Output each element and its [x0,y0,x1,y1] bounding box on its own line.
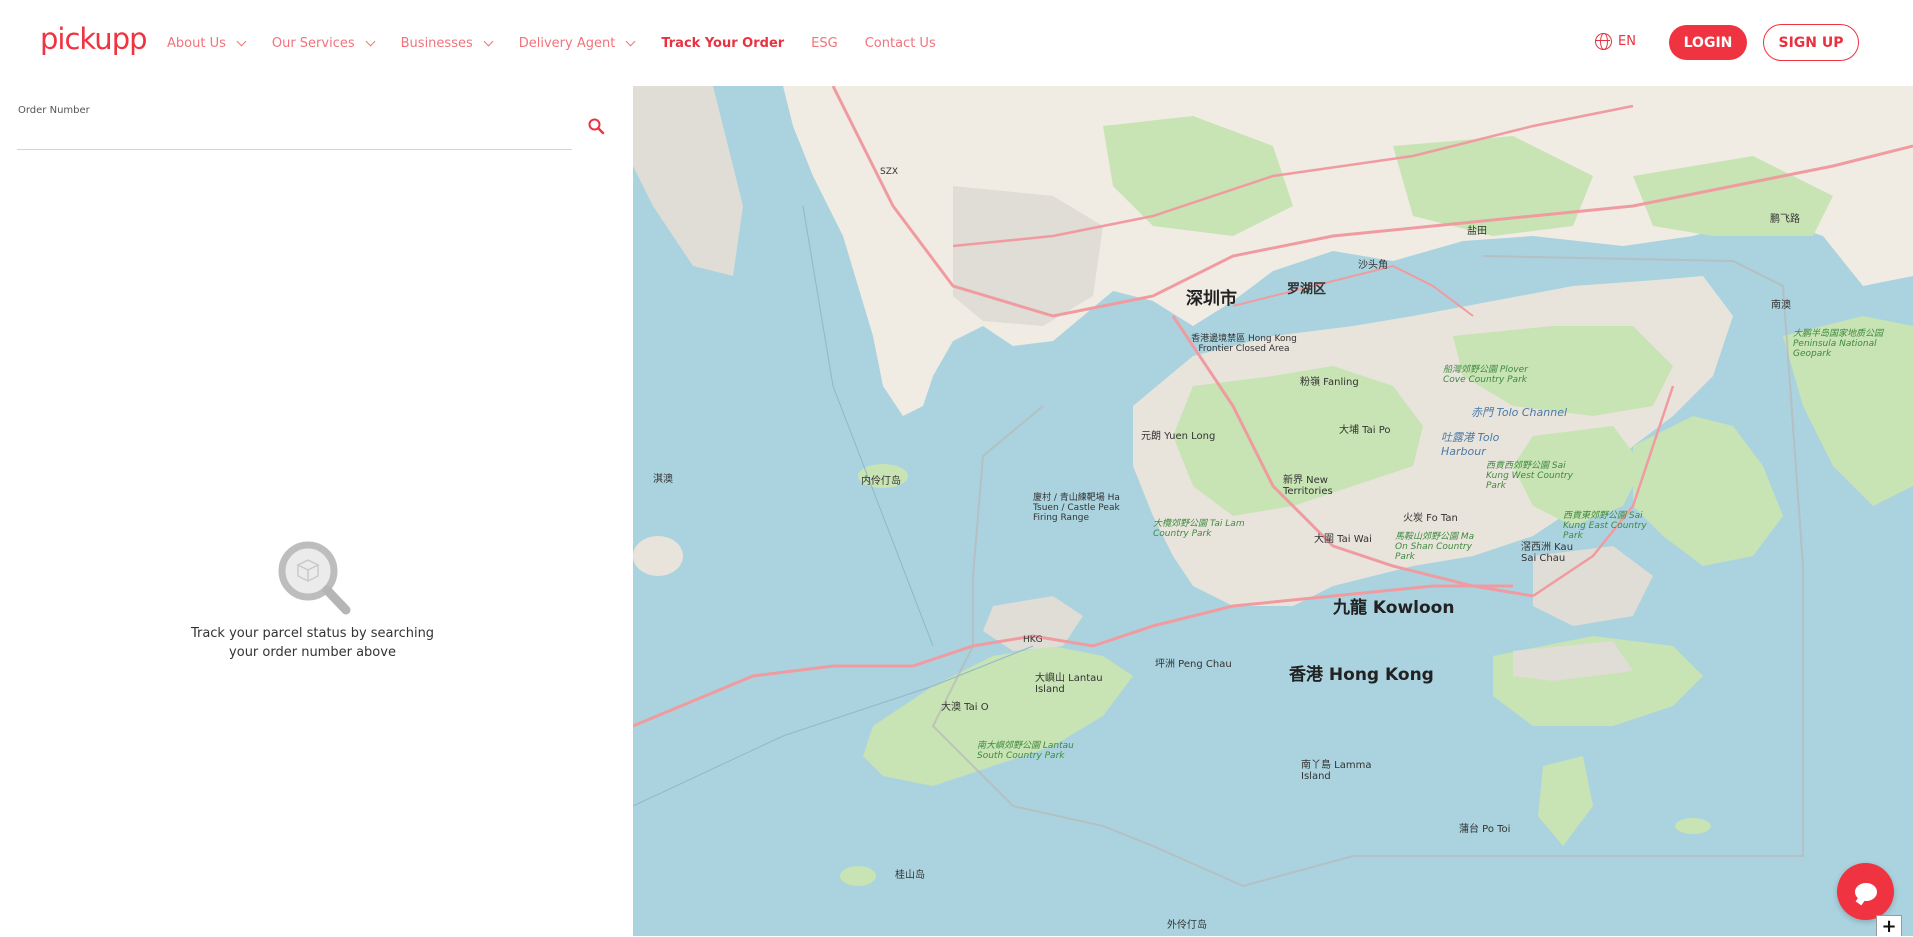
map-zoom-in-button[interactable]: + [1876,915,1902,937]
nav-our-services[interactable]: Our Services [271,35,376,51]
map-label-kau-sai-chau: 滘西洲 Kau Sai Chau [1521,542,1574,564]
map-label-wailingding: 外伶仃岛 [1167,920,1207,931]
map-canvas [633,86,1913,936]
chevron-down-icon [483,36,494,46]
signup-button[interactable]: SIGN UP [1763,24,1859,61]
site-header: pickupp About Us Our Services Businesses… [0,0,1913,86]
tracking-panel: Order Number Track your parcel status by… [0,86,633,936]
search-icon [588,118,605,135]
nav-contact-us-label: Contact Us [864,35,936,51]
chat-button[interactable] [1837,863,1894,920]
nav-about-us[interactable]: About Us [167,35,247,51]
nav-businesses[interactable]: Businesses [400,35,494,51]
parcel-search-icon [273,538,353,618]
map-label-tolo-channel: 赤門 Tolo Channel [1471,406,1568,419]
map-label-yuen-long: 元朗 Yuen Long [1141,431,1216,442]
login-button[interactable]: LOGIN [1669,25,1747,60]
empty-state: Track your parcel status by searching yo… [190,538,435,662]
order-number-input[interactable] [17,116,572,150]
order-number-label: Order Number [18,105,90,116]
nav-our-services-label: Our Services [271,35,355,51]
map-label-nan-ao: 南澳 [1771,300,1791,311]
nav-about-us-label: About Us [167,35,226,51]
nav-contact-us[interactable]: Contact Us [865,36,936,51]
pickupp-logo[interactable]: pickupp [40,22,148,56]
nav-businesses-label: Businesses [400,35,473,51]
chat-bubble-icon [1854,882,1877,901]
map-label-luohu: 罗湖区 [1287,282,1327,297]
nav-track-your-order[interactable]: Track Your Order [661,36,784,51]
nav-delivery-agent[interactable]: Delivery Agent [518,35,636,51]
search-button[interactable] [586,116,608,138]
map-label-ma-on-shan: 馬鞍山郊野公園 Ma On Shan Country Park [1395,532,1475,562]
map-label-frontier: 香港邊境禁區 Hong Kong Frontier Closed Area [1191,334,1297,354]
map-label-po-toi: 蒲台 Po Toi [1459,824,1511,835]
map-label-szx: SZX [880,167,899,177]
map-label-hongkong: 香港 Hong Kong [1289,665,1434,685]
map-label-peng-chau: 坪洲 Peng Chau [1155,659,1232,670]
map-label-castle-peak: 廈村 / 青山練靶場 Ha Tsuen / Castle Peak Firing… [1033,493,1120,523]
globe-icon [1595,33,1612,50]
chevron-down-icon [365,36,376,46]
map-label-yantian: 盐田 [1467,226,1487,237]
map-label-fanling: 粉嶺 Fanling [1300,377,1359,388]
chevron-down-icon [625,36,636,46]
map-label-tai-o: 大澳 Tai O [941,702,989,713]
map-label-tolo-harbour: 吐露港 Tolo Harbour [1441,431,1500,458]
map-label-tai-wai: 大圍 Tai Wai [1314,534,1372,545]
map-label-sai-kung-east: 西貢東郊野公園 Sai Kung East Country Park [1563,511,1647,541]
nav-track-your-order-label: Track Your Order [661,35,785,51]
map-label-lantau-south: 南大嶼郊野公園 Lantau South Country Park [977,741,1074,761]
map-label-plover-cove: 船灣郊野公園 Plover Cove Country Park [1443,365,1528,385]
map-label-shatoujiao: 沙头角 [1358,260,1388,271]
map-label-qiao: 淇澳 [653,474,673,485]
language-switcher[interactable]: EN [1595,33,1636,50]
map-label-tai-po: 大埔 Tai Po [1339,425,1391,436]
chevron-down-icon [236,36,247,46]
language-label: EN [1618,34,1636,49]
nav-delivery-agent-label: Delivery Agent [518,35,616,51]
map-label-sai-kung-west: 西貢西郊野公園 Sai Kung West Country Park [1486,461,1573,491]
map-label-shenzhen: 深圳市 [1186,289,1237,309]
empty-state-message: Track your parcel status by searching yo… [190,626,435,660]
map-label-hkg: HKG [1023,635,1043,645]
map-label-guishan: 桂山岛 [895,870,925,881]
main-nav: About Us Our Services Businesses Deliver… [167,0,963,86]
map-label-pengfei-road: 鹏飞路 [1770,214,1800,225]
map-label-peninsula-geopark: 大鹏半岛国家地质公园 Peninsula National Geopark [1793,329,1884,359]
nav-esg-label: ESG [811,35,838,51]
map-label-new-territories: 新界 New Territories [1283,475,1333,497]
nav-esg[interactable]: ESG [811,36,838,51]
map-label-neilingding: 内伶仃岛 [861,476,901,487]
map-label-fo-tan: 火炭 Fo Tan [1403,513,1458,524]
map-label-tai-lam: 大欖郊野公園 Tai Lam Country Park [1153,519,1245,539]
map-label-lantau: 大嶼山 Lantau Island [1035,673,1103,695]
tracking-map[interactable]: 深圳市 罗湖区 九龍 Kowloon 香港 Hong Kong 大嶼山 Lant… [633,86,1913,936]
map-label-kowloon: 九龍 Kowloon [1333,598,1455,618]
map-label-lamma: 南丫島 Lamma Island [1301,760,1372,782]
